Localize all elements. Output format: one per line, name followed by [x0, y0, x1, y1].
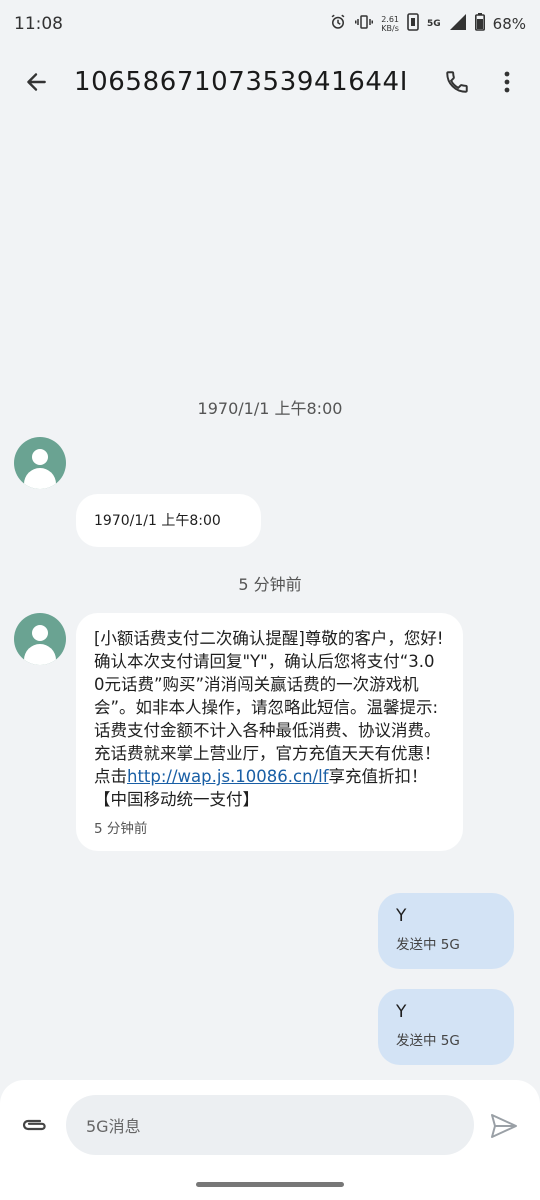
message-text-part: [小额话费支付二次确认提醒]尊敬的客户，您好!确认本次支付请回复"Y"，确认后您…	[94, 629, 444, 786]
conversation-toolbar: 1065867107353941644I	[0, 50, 540, 114]
date-separator: 5 分钟前	[238, 575, 302, 594]
sim-icon	[407, 13, 419, 35]
contact-avatar[interactable]	[14, 613, 66, 665]
gesture-nav-bar[interactable]	[196, 1182, 344, 1187]
paperclip-icon[interactable]	[18, 1110, 52, 1140]
send-icon[interactable]	[486, 1108, 522, 1144]
message-timestamp: 5 分钟前	[94, 821, 148, 837]
network-type: 5G	[427, 19, 441, 29]
message-input[interactable]: 5G消息	[66, 1095, 474, 1155]
message-status: 发送中 5G	[396, 937, 460, 953]
message-status: 发送中 5G	[396, 1033, 460, 1049]
status-icons: 2.61 KB/s 5G 68%	[329, 13, 526, 35]
message-text: [小额话费支付二次确认提醒]尊敬的客户，您好!确认本次支付请回复"Y"，确认后您…	[94, 627, 445, 811]
more-vert-icon[interactable]	[482, 52, 532, 112]
battery-percent: 68%	[492, 15, 526, 33]
message-text: 1970/1/1 上午8:00	[94, 513, 221, 529]
date-separator: 1970/1/1 上午8:00	[197, 399, 343, 418]
contact-avatar[interactable]	[14, 437, 66, 489]
status-bar: 11:08 2.61 KB/s 5G 68%	[0, 0, 540, 48]
battery-icon	[474, 13, 485, 35]
message-input-placeholder: 5G消息	[86, 1117, 141, 1136]
arrow-left-icon[interactable]	[6, 52, 66, 112]
vibrate-icon	[355, 13, 374, 35]
incoming-message-bubble[interactable]: [小额话费支付二次确认提醒]尊敬的客户，您好!确认本次支付请回复"Y"，确认后您…	[76, 613, 463, 851]
net-speed: 2.61 KB/s	[381, 15, 399, 33]
message-text: Y	[396, 1002, 407, 1022]
alarm-icon	[329, 13, 347, 35]
message-link[interactable]: http://wap.js.10086.cn/lf	[127, 767, 329, 786]
incoming-message-bubble[interactable]: 1970/1/1 上午8:00	[76, 494, 261, 547]
outgoing-message-bubble[interactable]: Y 发送中 5G	[378, 989, 514, 1065]
signal-icon	[449, 13, 467, 35]
contact-number-title: 1065867107353941644I	[74, 67, 408, 97]
message-text: Y	[396, 906, 407, 926]
status-time: 11:08	[14, 14, 63, 34]
phone-icon[interactable]	[432, 52, 482, 112]
outgoing-message-bubble[interactable]: Y 发送中 5G	[378, 893, 514, 969]
